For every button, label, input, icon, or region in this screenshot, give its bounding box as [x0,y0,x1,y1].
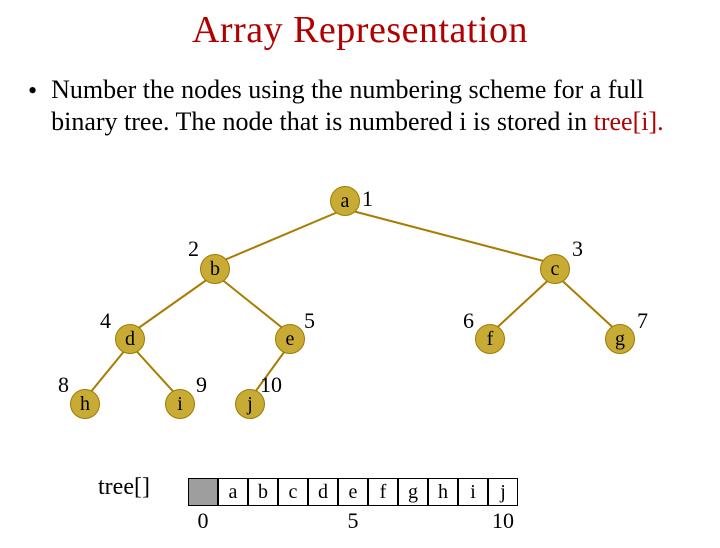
arr-cell-6: f [368,478,398,506]
arr-idx-10: 10 [488,508,518,534]
body-text-main: Number the nodes using the numbering sch… [51,75,644,136]
arr-cell-5: e [338,478,368,506]
num-i: 9 [196,372,207,398]
node-a: a [330,186,360,216]
node-b: b [200,254,230,284]
arr-cell-3: c [278,478,308,506]
array-label: tree[] [98,474,150,501]
num-a: 1 [362,186,373,212]
arr-cell-4: d [308,478,338,506]
array-cells: a b c d e f g h i j 0 5 10 [188,478,548,538]
body-text: Number the nodes using the numbering sch… [51,74,691,138]
num-d: 4 [100,308,111,334]
tree-i-text: tree[i]. [594,107,664,136]
arr-cell-7: g [398,478,428,506]
tree-diagram: a 1 b 2 c 3 d 4 e 5 f 6 g 7 h 8 i 9 j 10… [0,186,720,548]
arr-idx-0: 0 [188,508,218,534]
num-c: 3 [572,236,583,262]
num-j: 10 [260,372,282,398]
bullet-dot: • [28,76,37,106]
node-h: h [70,389,100,419]
slide-title: Array Representation [0,8,720,52]
arr-idx-5: 5 [338,508,368,534]
node-c: c [540,254,570,284]
num-b: 2 [188,236,199,262]
node-d: d [115,324,145,354]
arr-cell-10: j [488,478,518,506]
arr-cell-1: a [218,478,248,506]
num-e: 5 [304,308,315,334]
num-f: 6 [463,308,474,334]
node-i: i [165,389,195,419]
node-g: g [605,324,635,354]
num-h: 8 [58,372,69,398]
node-e: e [275,324,305,354]
arr-cell-2: b [248,478,278,506]
bullet-row: • Number the nodes using the numbering s… [28,74,700,138]
arr-cell-0 [188,478,218,506]
node-f: f [475,324,505,354]
arr-cell-9: i [458,478,488,506]
num-g: 7 [637,308,648,334]
arr-cell-8: h [428,478,458,506]
